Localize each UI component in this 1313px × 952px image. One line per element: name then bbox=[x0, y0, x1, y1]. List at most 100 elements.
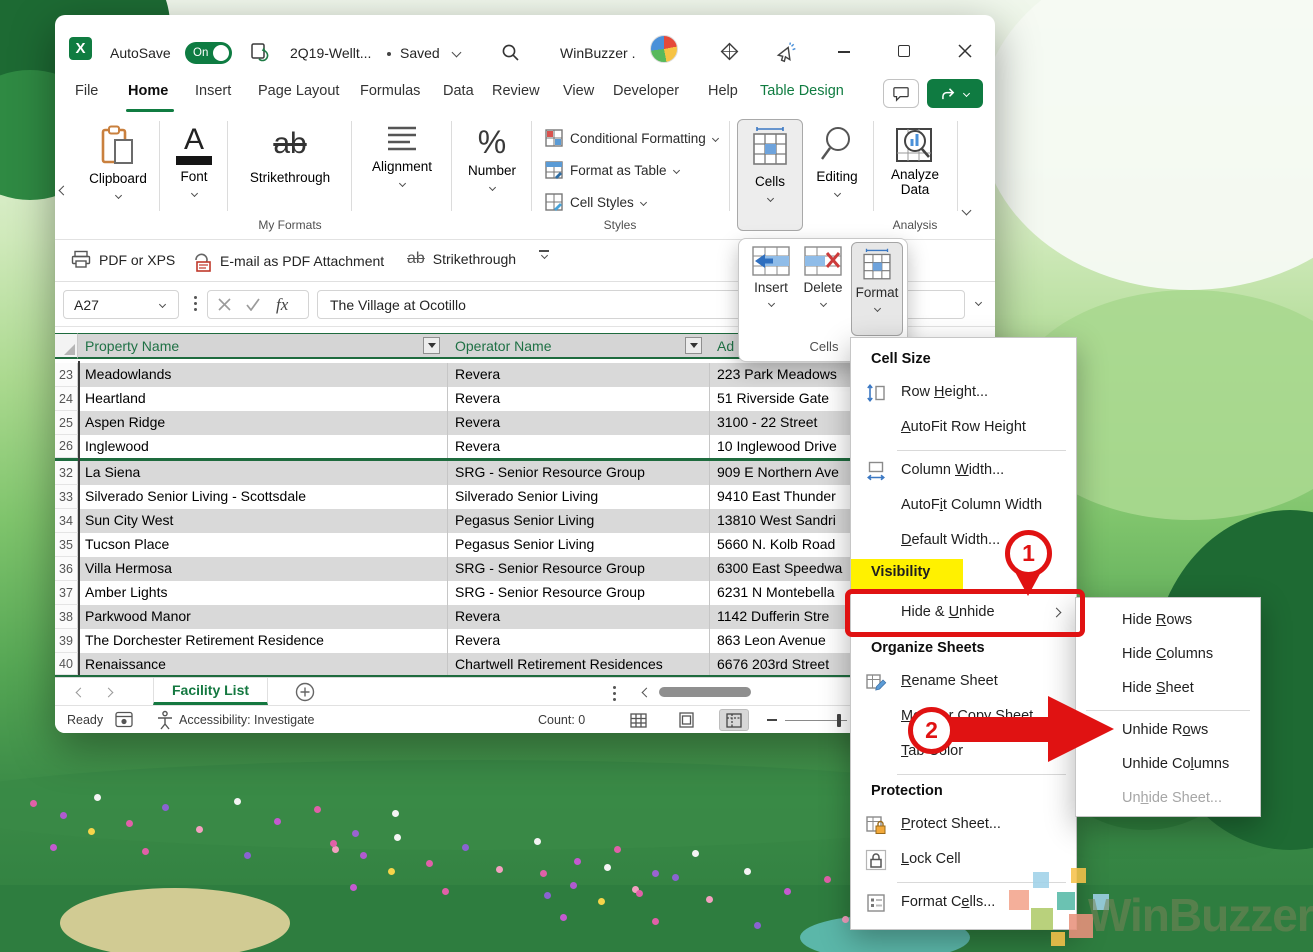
row-number[interactable]: 39 bbox=[55, 629, 78, 653]
menu-item-protect-sheet[interactable]: Protect Sheet... bbox=[851, 808, 1076, 843]
delete-button[interactable]: Delete bbox=[799, 245, 847, 306]
row-number[interactable]: 33 bbox=[55, 485, 78, 509]
row-number[interactable]: 35 bbox=[55, 533, 78, 557]
enter-check-icon[interactable] bbox=[246, 298, 260, 316]
search-icon[interactable] bbox=[501, 43, 520, 67]
horizontal-scrollbar-thumb[interactable] bbox=[659, 687, 751, 697]
table-row[interactable]: Parkwood ManorRevera1142 Dufferin Stre bbox=[78, 605, 855, 629]
sheet-tab-options-icon[interactable] bbox=[613, 686, 616, 689]
qat-strikethrough-button[interactable]: ab Strikethrough bbox=[407, 250, 516, 268]
tab-table-design[interactable]: Table Design bbox=[760, 83, 844, 99]
editing-group-button[interactable]: Editing bbox=[807, 125, 867, 196]
zoom-slider-handle[interactable] bbox=[837, 714, 841, 727]
tab-developer[interactable]: Developer bbox=[613, 83, 679, 99]
table-row[interactable]: HeartlandRevera51 Riverside Gate bbox=[78, 387, 855, 411]
minimize-button[interactable] bbox=[838, 51, 850, 53]
tab-review[interactable]: Review bbox=[492, 83, 540, 99]
tab-file[interactable]: File bbox=[75, 83, 98, 99]
insert-button[interactable]: Insert bbox=[747, 245, 795, 306]
row-number[interactable]: 37 bbox=[55, 581, 78, 605]
table-row[interactable]: Tucson PlacePegasus Senior Living5660 N.… bbox=[78, 533, 855, 557]
select-all-corner[interactable] bbox=[55, 333, 78, 359]
formula-bar-expand-icon[interactable] bbox=[975, 299, 982, 306]
clipboard-group-button[interactable]: Clipboard bbox=[83, 125, 153, 198]
fx-icon[interactable]: fx bbox=[276, 295, 288, 315]
cancel-icon[interactable] bbox=[218, 298, 231, 316]
save-icon[interactable] bbox=[249, 41, 271, 68]
qat-overflow-button[interactable] bbox=[539, 250, 549, 258]
table-row[interactable]: Amber LightsSRG - Senior Resource Group6… bbox=[78, 581, 855, 605]
row-number[interactable]: 40 bbox=[55, 653, 78, 675]
column-header-operator[interactable]: Operator Name bbox=[448, 333, 710, 359]
cells-group-button[interactable]: Cells bbox=[737, 119, 803, 231]
table-row[interactable]: The Dorchester Retirement ResidenceRever… bbox=[78, 629, 855, 653]
table-row[interactable]: RenaissanceChartwell Retirement Residenc… bbox=[78, 653, 855, 675]
tab-home[interactable]: Home bbox=[128, 83, 168, 99]
view-normal-button[interactable] bbox=[623, 709, 653, 731]
premium-diamond-icon[interactable] bbox=[720, 42, 739, 66]
share-button[interactable] bbox=[927, 79, 983, 108]
format-button[interactable]: Format bbox=[851, 242, 903, 336]
menu-item-autofit-column-width[interactable]: AutoFit Column Width bbox=[851, 489, 1076, 524]
row-number[interactable]: 32 bbox=[55, 461, 78, 485]
ribbon-scroll-left-icon[interactable] bbox=[59, 186, 69, 196]
row-number[interactable]: 36 bbox=[55, 557, 78, 581]
document-title[interactable]: 2Q19-Wellt... bbox=[290, 45, 371, 61]
table-row[interactable]: Sun City WestPegasus Senior Living13810 … bbox=[78, 509, 855, 533]
submenu-item-hide-columns[interactable]: Hide Columns bbox=[1076, 638, 1260, 672]
cell-styles-button[interactable]: Cell Styles bbox=[545, 193, 646, 211]
format-as-table-button[interactable]: Format as Table bbox=[545, 161, 679, 179]
comments-button[interactable] bbox=[883, 79, 919, 108]
menu-item-autofit-row-height[interactable]: AutoFit Row Height bbox=[851, 411, 1076, 446]
table-row[interactable]: Aspen RidgeRevera3100 - 22 Street bbox=[78, 411, 855, 435]
row-number[interactable]: 25 bbox=[55, 411, 78, 435]
saved-chevron-icon[interactable] bbox=[452, 48, 462, 58]
zoom-out-button[interactable] bbox=[767, 719, 777, 721]
view-page-break-button[interactable] bbox=[719, 709, 749, 731]
macro-record-icon[interactable] bbox=[115, 711, 133, 731]
alignment-group-button[interactable]: Alignment bbox=[359, 125, 445, 186]
view-page-layout-button[interactable] bbox=[671, 709, 701, 731]
menu-item-row-height[interactable]: Row Height... bbox=[851, 376, 1076, 411]
feedback-megaphone-icon[interactable] bbox=[775, 42, 797, 69]
font-group-button[interactable]: A Font bbox=[167, 125, 221, 196]
row-number[interactable]: 38 bbox=[55, 605, 78, 629]
filter-button-property[interactable] bbox=[423, 337, 440, 354]
menu-item-column-width[interactable]: Column Width... bbox=[851, 454, 1076, 489]
saved-status[interactable]: Saved bbox=[400, 45, 440, 61]
table-row[interactable]: Silverado Senior Living - ScottsdaleSilv… bbox=[78, 485, 855, 509]
tab-help[interactable]: Help bbox=[708, 83, 738, 99]
ribbon-options-chevron-icon[interactable] bbox=[962, 206, 972, 216]
row-number[interactable]: 26 bbox=[55, 435, 78, 458]
row-number[interactable]: 23 bbox=[55, 363, 78, 387]
sheet-nav-right-icon[interactable] bbox=[104, 688, 114, 698]
account-name[interactable]: WinBuzzer . bbox=[560, 45, 635, 61]
autosave-toggle[interactable]: On bbox=[185, 42, 232, 64]
sheet-nav-left-icon[interactable] bbox=[76, 688, 86, 698]
row-number[interactable]: 34 bbox=[55, 509, 78, 533]
account-avatar[interactable] bbox=[650, 35, 678, 63]
table-row[interactable]: MeadowlandsRevera223 Park Meadows bbox=[78, 363, 855, 387]
submenu-item-hide-rows[interactable]: Hide Rows bbox=[1076, 604, 1260, 638]
strikethrough-button[interactable]: ab Strikethrough bbox=[235, 125, 345, 185]
name-box-drag-icon[interactable] bbox=[194, 296, 197, 299]
close-button[interactable] bbox=[958, 44, 972, 63]
email-pdf-button[interactable]: E-mail as PDF Attachment bbox=[189, 250, 384, 272]
maximize-button[interactable] bbox=[898, 45, 910, 57]
menu-item-rename-sheet[interactable]: Rename Sheet bbox=[851, 665, 1076, 700]
tab-insert[interactable]: Insert bbox=[195, 83, 231, 99]
analyze-data-button[interactable]: Analyze Data bbox=[879, 125, 951, 197]
number-group-button[interactable]: % Number bbox=[459, 125, 525, 190]
tab-formulas[interactable]: Formulas bbox=[360, 83, 420, 99]
table-row[interactable]: La SienaSRG - Senior Resource Group909 E… bbox=[78, 461, 855, 485]
hscroll-left-icon[interactable] bbox=[642, 688, 652, 698]
accessibility-status[interactable]: Accessibility: Investigate bbox=[179, 713, 314, 727]
conditional-formatting-button[interactable]: Conditional Formatting bbox=[545, 129, 718, 147]
table-row[interactable]: Villa HermosaSRG - Senior Resource Group… bbox=[78, 557, 855, 581]
tab-view[interactable]: View bbox=[563, 83, 594, 99]
tab-page-layout[interactable]: Page Layout bbox=[258, 83, 339, 99]
name-box[interactable]: A27 bbox=[63, 290, 179, 319]
row-number[interactable]: 24 bbox=[55, 387, 78, 411]
sheet-tab-facility-list[interactable]: Facility List bbox=[153, 678, 268, 705]
new-sheet-button[interactable] bbox=[295, 682, 315, 707]
